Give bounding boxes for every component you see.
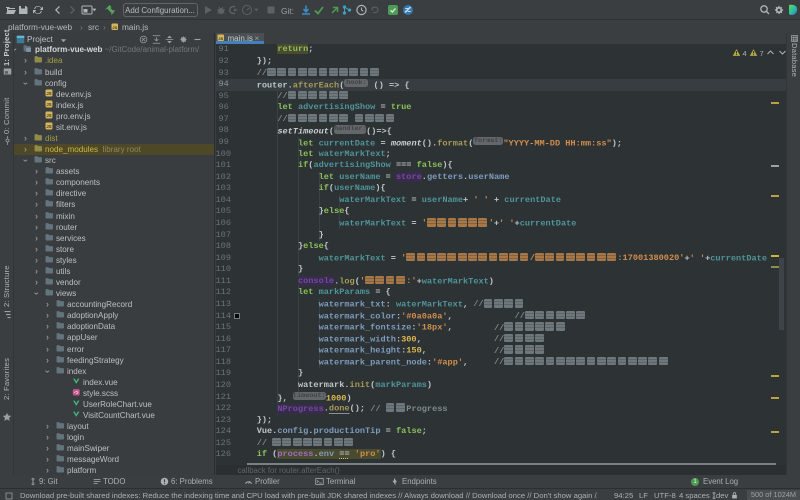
svg-text:JS: JS	[218, 35, 223, 40]
svg-text:JS: JS	[46, 124, 51, 129]
svg-text:JS: JS	[46, 102, 51, 107]
svg-text:JS: JS	[46, 91, 51, 96]
svg-text:JS: JS	[46, 113, 51, 118]
svg-text:JS: JS	[112, 25, 117, 30]
